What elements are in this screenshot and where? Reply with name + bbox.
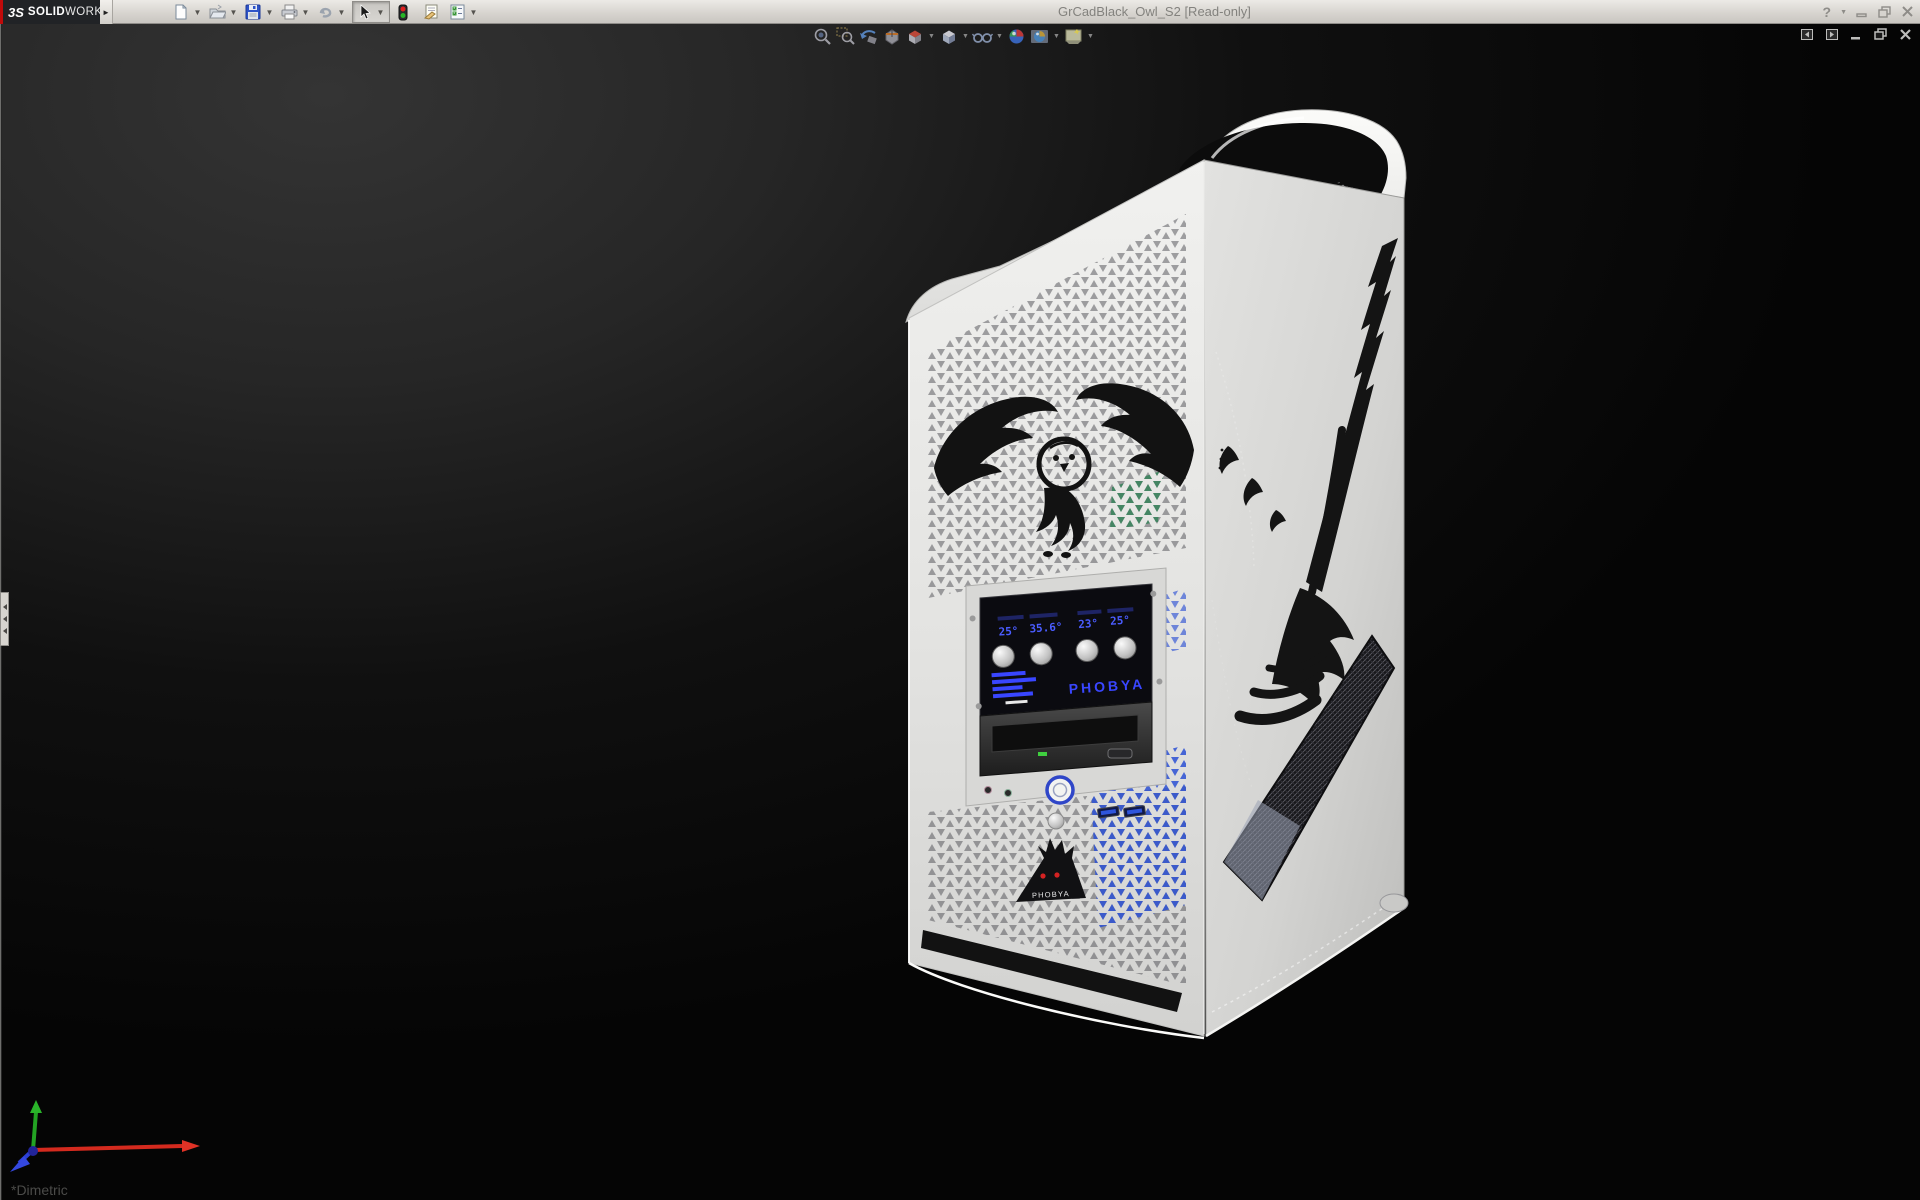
restore-button[interactable] xyxy=(1878,6,1892,19)
rebuild-traffic-light-button[interactable] xyxy=(392,1,414,23)
help-button[interactable]: ? xyxy=(1823,4,1832,20)
feature-manager-collapsed-tab[interactable] xyxy=(0,592,9,646)
collapse-arrow-icon xyxy=(3,616,7,622)
apply-scene-dropdown[interactable]: ▼ xyxy=(1052,27,1061,46)
audio-jack-mic[interactable] xyxy=(985,787,992,794)
coordinate-triad xyxy=(10,1100,200,1172)
display-style-button[interactable] xyxy=(938,27,959,46)
view-settings-dropdown[interactable]: ▼ xyxy=(1086,27,1095,46)
lcd-reading-2: 35.6° xyxy=(1029,620,1063,635)
main-toolbar: ▼ ▼ ▼ ▼ ▼ ▼ ▼ xyxy=(170,0,482,24)
open-document-dropdown[interactable]: ▼ xyxy=(228,1,239,23)
select-arrow-dropdown[interactable]: ▼ xyxy=(375,1,386,23)
badge-eye-right xyxy=(1054,872,1059,877)
print-button[interactable] xyxy=(278,1,300,23)
brand-name-bold: SOLID xyxy=(28,6,65,18)
fan-controller[interactable]: 25° 35.6° 23° 25° xyxy=(969,584,1164,716)
view-orientation-button[interactable] xyxy=(904,27,925,46)
triad-x-axis xyxy=(182,1140,200,1152)
minimize-button[interactable] xyxy=(1856,6,1869,18)
back-foot xyxy=(1380,894,1408,912)
edit-appearance-button[interactable] xyxy=(1006,27,1027,46)
print-dropdown[interactable]: ▼ xyxy=(300,1,311,23)
view-settings-button[interactable] xyxy=(1063,27,1084,46)
options-checklist-dropdown[interactable]: ▼ xyxy=(468,1,479,23)
display-style-dropdown[interactable]: ▼ xyxy=(961,27,970,46)
open-document-button[interactable] xyxy=(206,1,228,23)
heads-up-view-toolbar: ▼ ▼ ▼ ▼ ▼ xyxy=(812,27,1095,46)
lcd-reading-4: 25° xyxy=(1110,613,1131,627)
close-document-button[interactable] xyxy=(1899,29,1912,41)
lcd-reading-3: 23° xyxy=(1078,617,1099,631)
options-checklist-button[interactable] xyxy=(446,1,468,23)
collapse-arrow-icon xyxy=(3,604,7,610)
document-window-controls xyxy=(1800,28,1912,41)
power-button[interactable] xyxy=(1047,777,1073,803)
brand-glyph: 3S xyxy=(8,5,24,20)
select-arrow-button[interactable] xyxy=(353,1,375,23)
solidworks-logo: 3S SOLIDWORKS xyxy=(0,0,100,24)
zoom-to-area-button[interactable] xyxy=(835,27,856,46)
undo-dropdown[interactable]: ▼ xyxy=(336,1,347,23)
zoom-to-fit-button[interactable] xyxy=(812,27,833,46)
reset-button[interactable] xyxy=(1048,813,1064,829)
triad-y-axis xyxy=(30,1100,42,1113)
triad-z-axis xyxy=(10,1156,30,1172)
section-view-button[interactable] xyxy=(881,27,902,46)
save-button[interactable] xyxy=(242,1,264,23)
case-side-panel[interactable] xyxy=(1204,160,1408,1036)
help-dropdown[interactable]: ▼ xyxy=(1840,9,1847,16)
previous-view-button[interactable] xyxy=(858,27,879,46)
brand-red-stripe xyxy=(0,0,3,24)
select-tool-group: ▼ xyxy=(352,1,390,23)
badge-eye-left xyxy=(1040,873,1045,878)
title-bar: 3S SOLIDWORKS ► ▼ ▼ ▼ ▼ ▼ ▼ xyxy=(0,0,1920,24)
window-controls: ? ▼ xyxy=(1823,0,1915,24)
view-orientation-dropdown[interactable]: ▼ xyxy=(927,27,936,46)
hide-show-items-dropdown[interactable]: ▼ xyxy=(995,27,1004,46)
window-title: GrCadBlack_Owl_S2 [Read-only] xyxy=(1058,4,1251,19)
close-button[interactable] xyxy=(1901,6,1914,18)
minimize-document-button[interactable] xyxy=(1850,29,1863,41)
new-document-dropdown[interactable]: ▼ xyxy=(192,1,203,23)
pane-toggle-right-button[interactable] xyxy=(1825,28,1839,41)
new-document-button[interactable] xyxy=(170,1,192,23)
view-orientation-label: *Dimetric xyxy=(11,1182,68,1198)
restore-document-button[interactable] xyxy=(1874,28,1888,41)
pane-toggle-left-button[interactable] xyxy=(1800,28,1814,41)
dvd-activity-led xyxy=(1038,752,1047,756)
undo-button[interactable] xyxy=(314,1,336,23)
apply-scene-button[interactable] xyxy=(1029,27,1050,46)
audio-jack-headphone[interactable] xyxy=(1005,790,1012,797)
menu-expand-arrow[interactable]: ► xyxy=(100,0,113,24)
save-dropdown[interactable]: ▼ xyxy=(264,1,275,23)
dvd-eject-button[interactable] xyxy=(1108,749,1132,758)
hide-show-items-button[interactable] xyxy=(972,27,993,46)
collapse-arrow-icon xyxy=(3,628,7,634)
lcd-reading-1: 25° xyxy=(998,624,1019,638)
comment-annotation-button[interactable] xyxy=(420,1,442,23)
3d-model-pc-case[interactable]: 25° 35.6° 23° 25° xyxy=(0,24,1920,1200)
viewport-3d[interactable]: 25° 35.6° 23° 25° xyxy=(0,24,1920,1200)
